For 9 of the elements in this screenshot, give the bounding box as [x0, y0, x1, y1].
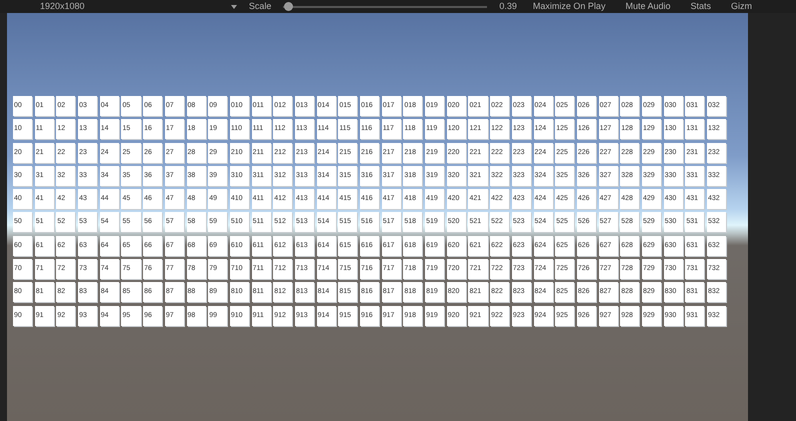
toolbar-button[interactable]: Stats [686, 1, 715, 12]
scale-value: 0.39 [499, 1, 517, 12]
toolbar-button[interactable]: Mute Audio [621, 1, 674, 12]
caret-icon [230, 4, 237, 8]
slider-thumb[interactable] [284, 2, 293, 10]
toolbar-button[interactable]: Maximize On Play [528, 1, 610, 12]
scale-label: Scale [248, 1, 272, 12]
toolbar-button[interactable]: Gizm [727, 1, 756, 12]
resolution-dropdown[interactable]: 1920x1080 [40, 1, 237, 12]
